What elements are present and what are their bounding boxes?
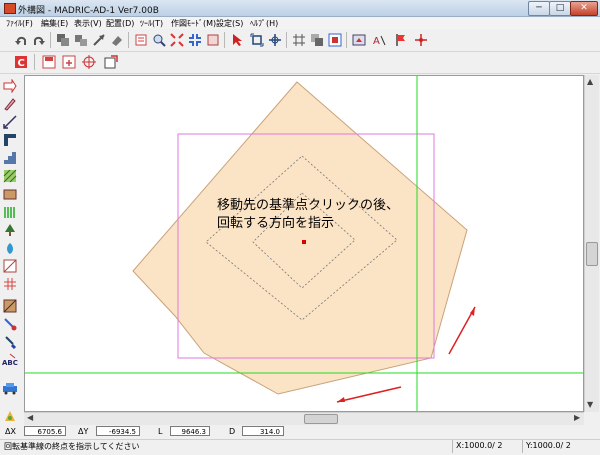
grid-snap-icon[interactable] [290,32,308,48]
zoom-window-icon[interactable] [186,32,204,48]
status-message: 回転基準線の終点を指示してください [4,442,140,451]
scroll-left-icon[interactable]: ◀ [27,413,33,422]
brush-icon[interactable] [1,334,19,350]
flag-icon[interactable] [392,32,410,48]
zoom-icon[interactable] [150,32,168,48]
copy-shape-icon[interactable] [54,32,72,48]
toolbar-separator [286,32,287,48]
menu-place[interactable]: 配置(D) [106,18,134,29]
stairs-icon[interactable] [1,150,19,166]
menu-settings[interactable]: 設定(S) [216,18,243,29]
redo-icon[interactable] [30,32,48,48]
drawing-canvas[interactable]: 移動先の基準点クリックの後、 回転する方向を指示 [24,75,584,412]
settings-icon[interactable] [1,408,19,424]
instruction-line-1: 移動先の基準点クリックの後、 [217,198,400,213]
menu-tools[interactable]: ﾂｰﾙ(T) [140,18,163,29]
scroll-up-icon[interactable]: ▲ [587,77,593,86]
save-icon[interactable] [40,54,58,70]
horizontal-scroll-thumb[interactable] [304,414,338,424]
close-button[interactable]: ✕ [570,1,598,16]
command-c-icon[interactable]: C [12,54,30,70]
svg-text:ABC: ABC [2,359,18,367]
scroll-down-icon[interactable]: ▼ [587,400,593,409]
menu-view[interactable]: 表示(V) [74,18,102,29]
grid-icon[interactable] [1,276,19,292]
menu-file[interactable]: ﾌｧｲﾙ(F) [6,18,33,29]
delta-y-label: ΔY [78,427,89,436]
length-value: 9646.3 [170,426,210,436]
delta-x-value: 6705.6 [24,426,66,436]
rotation-arrow-bottom-head [337,397,345,402]
minimize-button[interactable]: ─ [528,1,550,16]
text-style-icon[interactable]: A [370,32,388,48]
wall-icon[interactable] [1,132,19,148]
save-as-icon[interactable] [60,54,78,70]
origin-icon[interactable] [412,32,430,48]
toolbar-separator [128,32,129,48]
delta-y-value: -6934.5 [96,426,140,436]
direction-value: 314.0 [242,426,284,436]
dimension-icon[interactable] [1,114,19,130]
select-pointer-icon[interactable] [228,32,246,48]
rotation-arrow-bottom [336,386,402,403]
fence-icon[interactable] [1,204,19,220]
coordinate-bar [0,425,600,438]
measure-icon[interactable] [266,32,284,48]
redraw-icon[interactable] [204,32,222,48]
frame-select-icon[interactable] [248,32,266,48]
direction-label: D [229,427,236,436]
status-divider [522,440,523,453]
svg-text:A: A [373,36,380,47]
export-icon[interactable] [102,54,120,70]
move-shape-icon[interactable] [72,32,90,48]
maximize-button[interactable]: □ [549,1,571,16]
toolbar-separator [50,32,51,48]
layer-icon[interactable] [308,32,326,48]
svg-text:C: C [18,58,25,69]
tile-icon[interactable] [1,298,19,314]
scroll-right-icon[interactable]: ▶ [574,413,580,422]
line-arrow-icon[interactable] [90,32,108,48]
vertical-scroll-thumb[interactable] [586,242,598,266]
toolbar-separator [346,32,347,48]
window-title: 外構図 - MADRIC-AD-1 Ver7.00B [18,6,159,16]
menu-edit[interactable]: 編集(E) [41,18,68,29]
arrow-shape-icon[interactable] [1,78,19,94]
target-icon[interactable] [80,54,98,70]
pencil-icon[interactable] [1,96,19,112]
instruction-line-2: 回転する方向を指示 [217,216,335,231]
undo-icon[interactable] [12,32,30,48]
delta-x-label: ΔX [5,427,16,436]
status-divider [452,440,453,453]
block-icon[interactable] [1,186,19,202]
toolbar-separator [224,32,225,48]
rotation-arrow-right [448,306,476,355]
toolbar-separator [34,54,35,70]
menu-draw-mode[interactable]: 作図ﾓｰﾄﾞ(M) [171,18,216,29]
plant-icon[interactable] [1,240,19,256]
layout-icon[interactable] [350,32,368,48]
frame-icon[interactable] [326,32,344,48]
paint-icon[interactable] [1,316,19,332]
print-preview-icon[interactable] [132,32,150,48]
status-x-scale: X:1000.0/ 2 [456,441,503,450]
car-icon[interactable] [1,380,19,396]
text-abc-icon[interactable]: ABC [1,352,19,368]
zoom-fit-icon[interactable] [168,32,186,48]
hatch-icon[interactable] [1,168,19,184]
length-label: L [158,427,163,436]
menu-help[interactable]: ﾍﾙﾌﾟ(H) [250,18,278,29]
tree-icon[interactable] [1,222,19,238]
center-marker [302,240,306,244]
slope-icon[interactable] [1,258,19,274]
app-icon [4,3,16,14]
eraser-icon[interactable] [108,32,126,48]
status-y-scale: Y:1000.0/ 2 [526,441,571,450]
